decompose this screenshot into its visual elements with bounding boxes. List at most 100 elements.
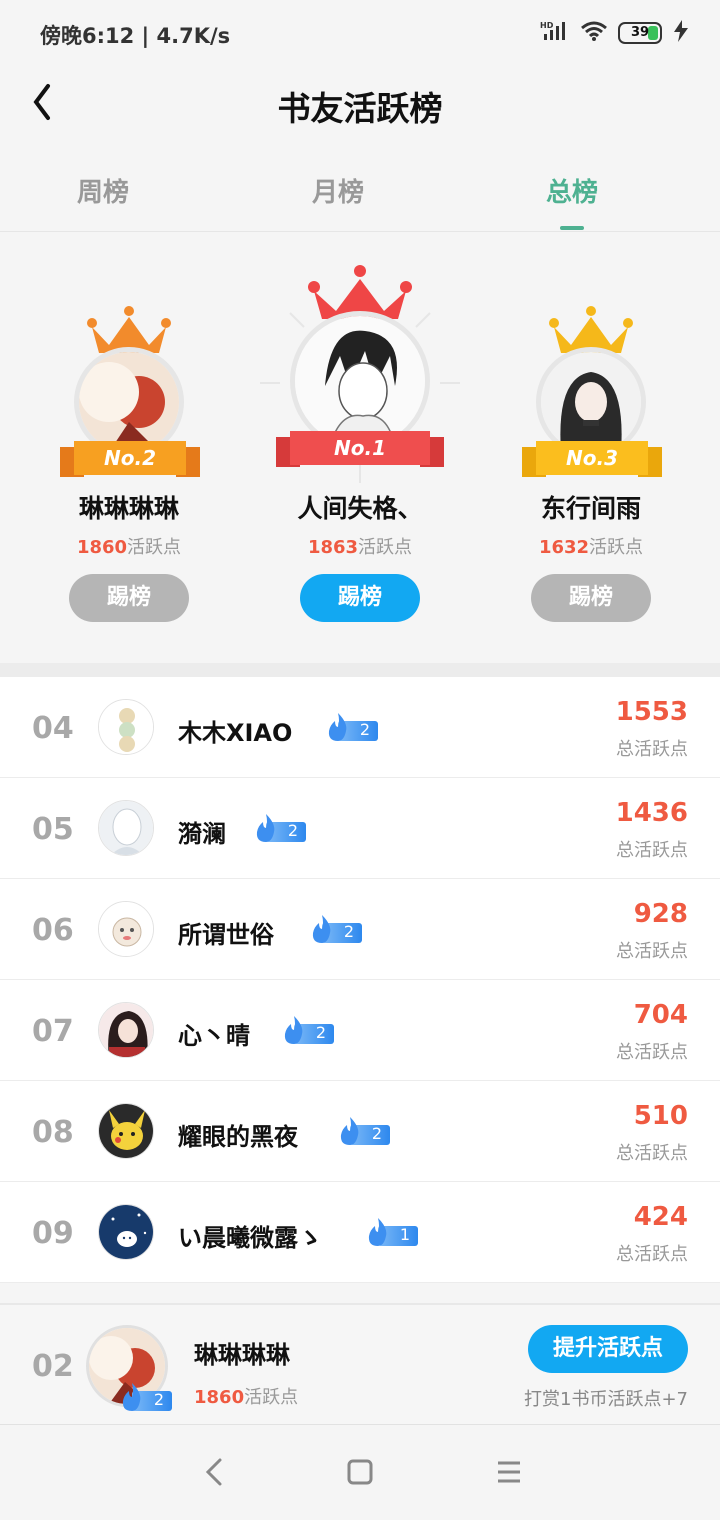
tab-bar: 周榜 月榜 总榜 bbox=[0, 150, 720, 232]
podium-name: 琳琳琳琳 bbox=[78, 494, 179, 523]
level-badge: 2 bbox=[254, 814, 306, 842]
tab-total[interactable]: 总榜 bbox=[502, 172, 642, 209]
list-item[interactable]: 05 漪澜 2 1436 总活跃点 bbox=[0, 778, 720, 879]
rank-number: 07 bbox=[32, 1014, 74, 1049]
user-name: 漪澜 bbox=[178, 820, 226, 848]
rank-number: 08 bbox=[32, 1115, 74, 1150]
rank-ribbon: No.2 bbox=[60, 441, 200, 479]
score-value: 704 bbox=[633, 1000, 688, 1030]
net-label: HD bbox=[540, 21, 554, 30]
rank-label: No.3 bbox=[536, 441, 648, 475]
user-name: 所谓世俗 bbox=[178, 921, 274, 949]
flame-icon bbox=[328, 713, 347, 741]
score-value: 1436 bbox=[615, 798, 688, 828]
avatar[interactable] bbox=[98, 901, 154, 957]
avatar[interactable] bbox=[290, 311, 430, 451]
list-item[interactable]: 09 い晨曦微露ゝ 1 424 总活跃点 bbox=[0, 1182, 720, 1283]
kick-button[interactable]: 踢榜 bbox=[300, 574, 420, 622]
page-title: 书友活跃榜 bbox=[277, 89, 443, 128]
level-number: 2 bbox=[359, 720, 370, 739]
tab-weekly[interactable]: 周榜 bbox=[33, 172, 173, 209]
kick-button[interactable]: 踢榜 bbox=[531, 574, 651, 622]
list-item[interactable]: 07 心丶晴 2 704 总活跃点 bbox=[0, 980, 720, 1081]
rank-number: 06 bbox=[32, 913, 74, 948]
charging-icon bbox=[672, 20, 690, 46]
podium-name: 东行间雨 bbox=[540, 494, 641, 523]
score-value: 928 bbox=[633, 899, 688, 929]
rank-ribbon: No.1 bbox=[276, 431, 444, 469]
my-rank-number: 02 bbox=[32, 1349, 74, 1384]
score-value: 1553 bbox=[615, 697, 688, 727]
level-number: 2 bbox=[343, 922, 354, 941]
rank-number: 05 bbox=[32, 812, 74, 847]
boost-activity-button[interactable]: 提升活跃点 bbox=[528, 1325, 688, 1373]
level-badge: 2 bbox=[282, 1016, 334, 1044]
my-name: 琳琳琳琳 bbox=[194, 1341, 290, 1369]
level-badge: 1 bbox=[366, 1218, 418, 1246]
avatar[interactable] bbox=[98, 1002, 154, 1058]
battery-icon: 39 bbox=[618, 22, 662, 44]
top-three-podium: No.2 琳琳琳琳 1860活跃点 踢榜 No.1 人间失格、 1863活跃点 … bbox=[0, 233, 720, 663]
list-item[interactable]: 08 耀眼的黑夜 2 510 总活跃点 bbox=[0, 1081, 720, 1182]
score-label: 总活跃点 bbox=[616, 1244, 688, 1265]
list-item[interactable]: 04 木木XIAO 2 1553 总活跃点 bbox=[0, 677, 720, 778]
nav-back-icon[interactable] bbox=[200, 1456, 228, 1488]
level-badge: 2 bbox=[338, 1117, 390, 1145]
nav-menu-icon[interactable] bbox=[495, 1456, 523, 1488]
list-item[interactable]: 06 所谓世俗 2 928 总活跃点 bbox=[0, 879, 720, 980]
status-bar: 傍晚6:12 | 4.7K/s HD 39 bbox=[0, 0, 720, 68]
status-time-speed: 傍晚6:12 | 4.7K/s bbox=[40, 24, 231, 48]
flame-icon bbox=[122, 1383, 141, 1411]
podium-score: 1863活跃点 bbox=[307, 537, 413, 558]
user-name: 木木XIAO bbox=[178, 719, 293, 747]
podium-score: 1632活跃点 bbox=[538, 537, 644, 558]
section-divider bbox=[0, 663, 720, 677]
score-value: 510 bbox=[633, 1101, 688, 1131]
battery-level: 39 bbox=[630, 25, 650, 40]
ranking-list: 04 木木XIAO 2 1553 总活跃点 05 漪澜 2 1436 总活跃点 … bbox=[0, 677, 720, 1283]
status-icons: HD 39 bbox=[540, 20, 690, 46]
flame-icon bbox=[284, 1016, 303, 1044]
level-number: 2 bbox=[287, 821, 298, 840]
rank-label: No.2 bbox=[74, 441, 186, 475]
header: 书友活跃榜 bbox=[0, 68, 720, 144]
level-number: 2 bbox=[153, 1390, 164, 1409]
wifi-icon bbox=[580, 20, 608, 46]
rank-label: No.1 bbox=[290, 431, 430, 465]
my-score: 1860活跃点 bbox=[194, 1387, 299, 1408]
signal-icon: HD bbox=[540, 20, 570, 46]
score-label: 总活跃点 bbox=[616, 739, 688, 760]
score-label: 总活跃点 bbox=[616, 1042, 688, 1063]
my-ranking-bar: 02 2 琳琳琳琳 1860活跃点 提升活跃点 打赏1书币活跃点+7 bbox=[0, 1303, 720, 1425]
score-value: 424 bbox=[633, 1202, 688, 1232]
tab-indicator bbox=[560, 226, 584, 230]
podium-score: 1860活跃点 bbox=[76, 537, 182, 558]
podium-name: 人间失格、 bbox=[297, 494, 423, 523]
kick-button[interactable]: 踢榜 bbox=[69, 574, 189, 622]
avatar[interactable] bbox=[98, 800, 154, 856]
user-name: い晨曦微露ゝ bbox=[178, 1224, 322, 1252]
level-badge: 2 bbox=[120, 1383, 172, 1411]
score-label: 总活跃点 bbox=[616, 1143, 688, 1164]
flame-icon bbox=[312, 915, 331, 943]
boost-hint: 打赏1书币活跃点+7 bbox=[524, 1389, 688, 1410]
level-number: 1 bbox=[399, 1225, 410, 1244]
flame-icon bbox=[368, 1218, 387, 1246]
level-badge: 2 bbox=[310, 915, 362, 943]
nav-home-icon[interactable] bbox=[346, 1456, 374, 1488]
flame-icon bbox=[256, 814, 275, 842]
rank-number: 04 bbox=[32, 711, 74, 746]
avatar[interactable] bbox=[98, 699, 154, 755]
avatar[interactable] bbox=[98, 1204, 154, 1260]
user-name: 耀眼的黑夜 bbox=[178, 1123, 298, 1151]
user-name: 心丶晴 bbox=[178, 1022, 250, 1050]
level-badge: 2 bbox=[326, 713, 378, 741]
avatar[interactable] bbox=[98, 1103, 154, 1159]
tab-monthly[interactable]: 月榜 bbox=[268, 172, 408, 209]
system-nav-bar bbox=[0, 1426, 720, 1520]
score-label: 总活跃点 bbox=[616, 840, 688, 861]
score-label: 总活跃点 bbox=[616, 941, 688, 962]
level-number: 2 bbox=[315, 1023, 326, 1042]
level-number: 2 bbox=[371, 1124, 382, 1143]
rank-ribbon: No.3 bbox=[522, 441, 662, 479]
